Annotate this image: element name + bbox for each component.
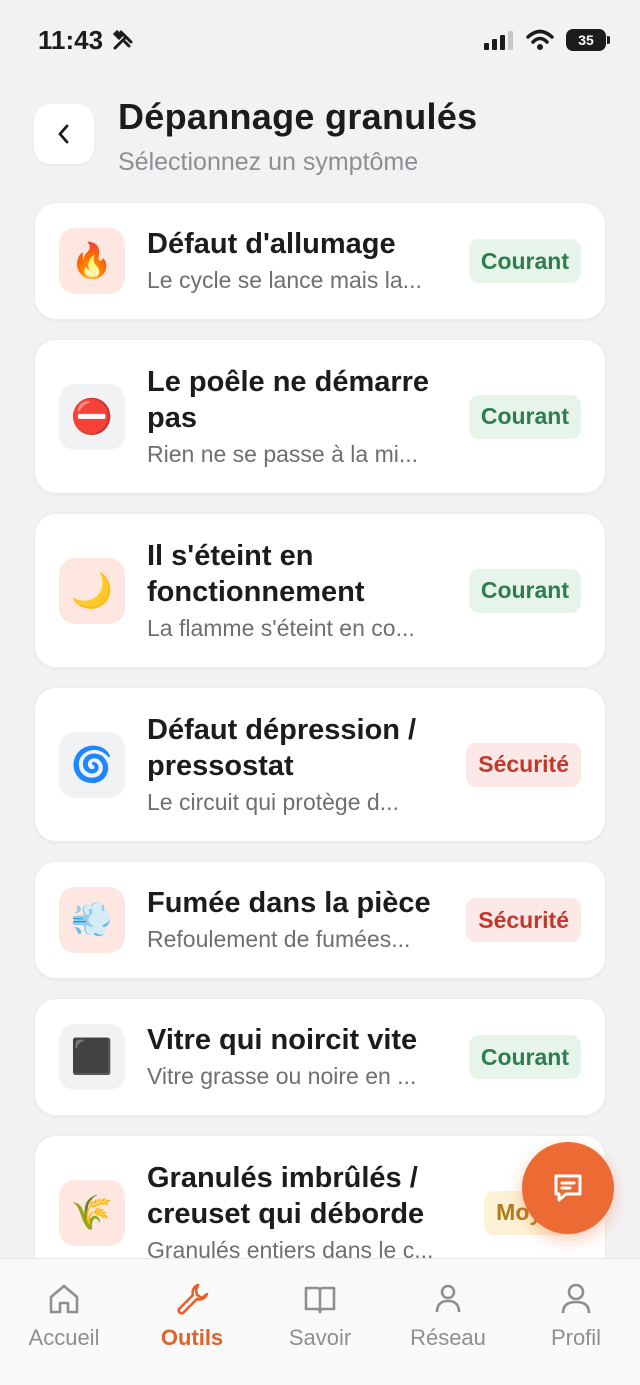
symptom-card[interactable]: ⛔ Le poêle ne démarre pas Rien ne se pas… (34, 339, 606, 494)
symptom-description: Granulés entiers dans le c... (147, 1236, 434, 1259)
status-icons: 35 (484, 29, 610, 51)
symptom-card[interactable]: 🌾 Granulés imbrûlés / creuset qui débord… (34, 1135, 606, 1258)
profile-icon (561, 1283, 591, 1314)
black-square-icon: ⬛ (59, 1024, 125, 1090)
symptom-title: Défaut d'allumage (147, 228, 396, 260)
symptom-list: 🔥 Défaut d'allumage Le cycle se lance ma… (34, 202, 606, 1258)
wifi-icon (526, 29, 554, 50)
symptom-title: Vitre qui noircit vite (147, 1024, 418, 1056)
status-badge: Courant (468, 394, 581, 439)
wrench-icon (177, 1283, 209, 1315)
symptom-description: Le circuit qui protège d... (147, 788, 399, 815)
symptom-description: Refoulement de fumées... (147, 926, 411, 952)
battery-icon: 35 (566, 29, 610, 51)
symptom-text: Défaut d'allumage Le cycle se lance mais… (147, 226, 455, 296)
no-entry-icon: ⛔ (59, 383, 125, 450)
symptom-text: Il s'éteint en fonctionnement La flamme … (147, 538, 455, 644)
signal-icon (484, 31, 513, 50)
chat-icon (554, 1174, 582, 1202)
symptom-description: Vitre grasse ou noire en ... (147, 1063, 417, 1089)
back-button[interactable] (34, 104, 94, 164)
symptom-title: Il s'éteint en fonctionnement (147, 539, 365, 608)
book-icon (304, 1286, 336, 1314)
symptom-card[interactable]: ⬛ Vitre qui noircit vite Vitre grasse ou… (34, 998, 606, 1116)
rice-icon: 🌾 (59, 1179, 125, 1246)
symptom-card[interactable]: 🌀 Défaut dépression / pressostat Le circ… (34, 687, 606, 842)
chevron-left-icon (58, 124, 69, 144)
symptom-title: Le poêle ne démarre pas (147, 365, 430, 434)
page-title: Dépannage granulés (118, 96, 478, 137)
user-icon (435, 1284, 461, 1313)
status-bar: 11:43 35 (0, 0, 640, 80)
symptom-text: Le poêle ne démarre pas Rien ne se passe… (147, 364, 455, 470)
tab-profil[interactable]: Profil (516, 1281, 636, 1385)
symptom-card[interactable]: 🌙 Il s'éteint en fonctionnement La flamm… (34, 513, 606, 668)
chat-button[interactable] (522, 1142, 614, 1234)
symptom-text: Granulés imbrûlés / creuset qui déborde … (147, 1160, 470, 1259)
tab-bar: Accueil Outils Savoir Réseau Profil (0, 1258, 640, 1385)
tools-icon (112, 29, 133, 50)
symptom-card[interactable]: 💨 Fumée dans la pièce Refoulement de fum… (34, 861, 606, 979)
tab-outils[interactable]: Outils (132, 1281, 252, 1385)
status-badge: Sécurité (466, 898, 581, 942)
status-time: 11:43 (38, 25, 135, 56)
tab-label: Outils (160, 1325, 224, 1350)
fire-icon: 🔥 (59, 228, 125, 294)
tab-label: Savoir (288, 1325, 352, 1350)
cyclone-icon: 🌀 (59, 731, 125, 798)
tab-accueil[interactable]: Accueil (4, 1281, 124, 1385)
page-subtitle: Sélectionnez un symptôme (118, 148, 419, 176)
tab-label: Profil (550, 1325, 602, 1350)
symptom-description: La flamme s'éteint en co... (147, 614, 415, 641)
symptom-text: Vitre qui noircit vite Vitre grasse ou n… (147, 1022, 455, 1092)
symptom-title: Fumée dans la pièce (147, 887, 431, 919)
status-badge: Courant (468, 1035, 581, 1079)
battery-level: 35 (578, 32, 594, 48)
status-badge: Courant (468, 239, 581, 283)
symptom-text: Défaut dépression / pressostat Le circui… (147, 712, 452, 818)
tab-savoir[interactable]: Savoir (260, 1281, 380, 1385)
symptom-text: Fumée dans la pièce Refoulement de fumée… (147, 885, 452, 955)
home-icon (49, 1284, 79, 1314)
tab-reseau[interactable]: Réseau (388, 1281, 508, 1385)
symptom-title: Défaut dépression / pressostat (147, 713, 417, 782)
status-badge: Courant (468, 568, 581, 613)
clock: 11:43 (38, 24, 104, 55)
tab-label: Accueil (28, 1325, 100, 1350)
smoke-icon: 💨 (59, 887, 125, 953)
status-badge: Sécurité (466, 742, 581, 787)
symptom-description: Rien ne se passe à la mi... (147, 440, 419, 467)
symptom-title: Granulés imbrûlés / creuset qui déborde (147, 1161, 425, 1230)
symptom-card[interactable]: 🔥 Défaut d'allumage Le cycle se lance ma… (34, 202, 606, 320)
symptom-description: Le cycle se lance mais la... (147, 267, 422, 293)
moon-icon: 🌙 (59, 557, 125, 624)
tab-label: Réseau (410, 1325, 486, 1350)
